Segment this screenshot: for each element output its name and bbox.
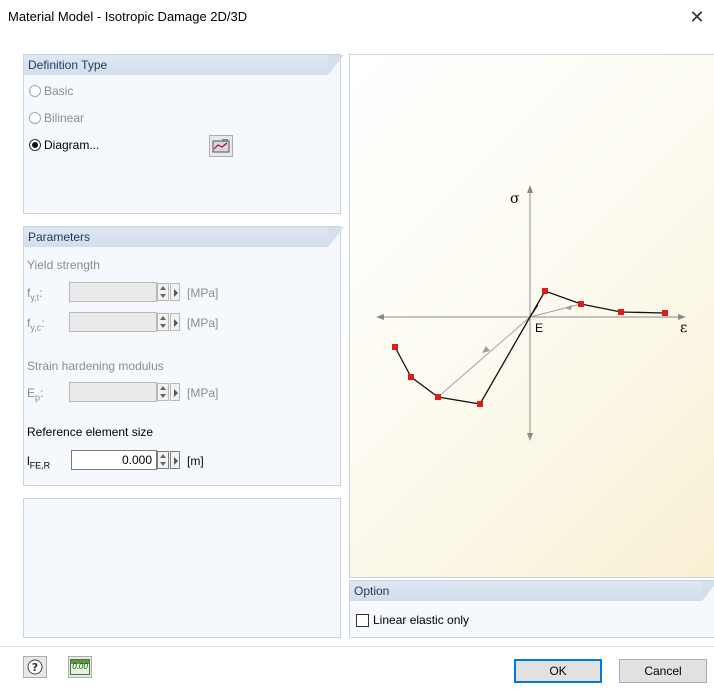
lfe-spinner[interactable] xyxy=(157,451,169,469)
fyc-unit: [MPa] xyxy=(187,316,219,330)
title-bar: Material Model - Isotropic Damage 2D/3D … xyxy=(0,0,714,34)
radio-basic[interactable]: Basic xyxy=(29,84,73,98)
epsilon-label: ε xyxy=(680,320,688,336)
unloading-line-negative xyxy=(437,316,531,398)
edit-diagram-button[interactable] xyxy=(209,135,233,157)
parameters-header: Parameters xyxy=(24,227,328,247)
fyt-label: fy,t: xyxy=(27,286,43,303)
fyc-input[interactable] xyxy=(69,312,157,332)
curve-point xyxy=(392,344,398,350)
help-button[interactable]: ? xyxy=(23,656,47,678)
sigma-label: σ xyxy=(510,191,520,207)
radio-bilinear[interactable]: Bilinear xyxy=(29,111,84,125)
ep-input[interactable] xyxy=(69,382,157,402)
sigma-axis-arrow-bottom xyxy=(527,433,533,441)
svg-text:?: ? xyxy=(32,661,38,674)
help-icon: ? xyxy=(27,659,43,675)
definition-type-header: Definition Type xyxy=(24,55,328,75)
curve-point xyxy=(662,310,668,316)
epsilon-axis-arrow-left xyxy=(376,314,384,320)
info-panel xyxy=(23,498,341,638)
decimal-places-icon: 0.00 xyxy=(70,659,90,675)
fyc-label: fy,c: xyxy=(27,316,45,333)
ep-spinner[interactable] xyxy=(157,383,169,401)
unloading-arrow-negative xyxy=(482,346,490,353)
edit-diagram-icon xyxy=(212,139,230,153)
option-panel: Option Linear elastic only xyxy=(349,580,714,638)
linear-elastic-checkbox[interactable] xyxy=(356,613,369,627)
radio-circle xyxy=(29,112,41,124)
curve-point xyxy=(477,401,483,407)
ep-menu-button[interactable] xyxy=(170,383,180,401)
radio-circle xyxy=(29,85,41,97)
ok-button[interactable]: OK xyxy=(514,659,602,683)
close-button[interactable]: ✕ xyxy=(686,6,708,28)
decimal-places-button[interactable]: 0.00 xyxy=(68,656,92,678)
window-title: Material Model - Isotropic Damage 2D/3D xyxy=(8,9,248,24)
option-header: Option xyxy=(350,581,702,601)
sigma-axis-arrow xyxy=(527,185,533,193)
footer-divider xyxy=(0,646,714,647)
fyt-spinner[interactable] xyxy=(157,283,169,301)
fyc-spinner[interactable] xyxy=(157,313,169,331)
stress-strain-diagram xyxy=(376,185,686,441)
fyt-unit: [MPa] xyxy=(187,286,219,300)
radio-basic-label: Basic xyxy=(44,84,74,98)
reference-element-size-label: Reference element size xyxy=(27,425,154,439)
radio-diagram[interactable]: Diagram... xyxy=(29,138,99,152)
e-modulus-label: E xyxy=(535,321,544,335)
lfe-unit: [m] xyxy=(187,454,204,468)
curve-point xyxy=(578,301,584,307)
parameters-panel: Parameters Yield strength fy,t: [MPa] fy… xyxy=(23,226,344,486)
strain-hardening-label: Strain hardening modulus xyxy=(27,359,164,373)
linear-elastic-label: Linear elastic only xyxy=(373,613,470,627)
curve-point xyxy=(408,374,414,380)
yield-strength-label: Yield strength xyxy=(27,258,100,272)
radio-diagram-label: Diagram... xyxy=(44,138,100,152)
fyt-menu-button[interactable] xyxy=(170,283,180,301)
lfe-input[interactable]: 0.000 xyxy=(71,450,157,470)
close-icon: ✕ xyxy=(689,6,705,27)
lfe-menu-button[interactable] xyxy=(170,451,180,469)
curve-point xyxy=(435,394,441,400)
definition-type-panel: Definition Type Basic Bilinear Diagram..… xyxy=(23,54,344,214)
lfe-label: lFE,R xyxy=(27,454,51,471)
unloading-arrow-positive xyxy=(564,305,572,310)
fyt-input[interactable] xyxy=(69,282,157,302)
diagram-panel: σ ε E xyxy=(349,54,714,578)
radio-circle-selected xyxy=(29,139,41,151)
cancel-button[interactable]: Cancel xyxy=(619,659,707,683)
linear-elastic-checkbox-row[interactable]: Linear elastic only xyxy=(356,613,469,627)
radio-bilinear-label: Bilinear xyxy=(44,111,85,125)
curve-point xyxy=(618,309,624,315)
ep-label: Ep: xyxy=(27,386,44,403)
fyc-menu-button[interactable] xyxy=(170,313,180,331)
ep-unit: [MPa] xyxy=(187,386,219,400)
curve-point xyxy=(542,288,548,294)
